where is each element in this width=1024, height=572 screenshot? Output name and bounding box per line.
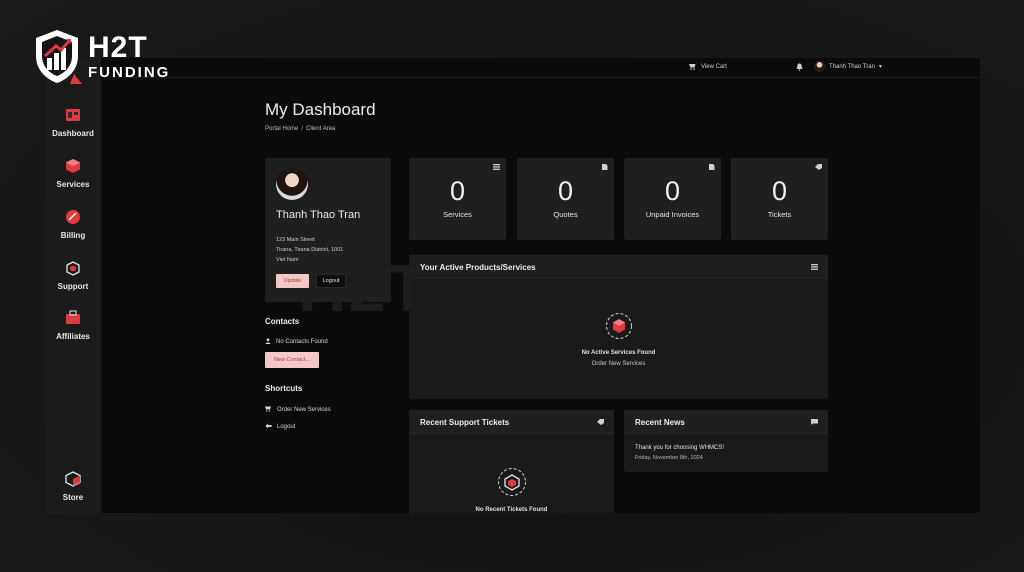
contacts-heading: Contacts (265, 317, 300, 326)
shortcuts-heading: Shortcuts (265, 384, 303, 393)
user-menu-dropdown[interactable]: Thanh Thao Tran ▾ (814, 61, 882, 72)
news-item-title[interactable]: Thank you for choosing WHMCS! (635, 445, 724, 451)
stat-card-tickets[interactable]: 0 Tickets (731, 158, 828, 240)
ticket-icon (815, 164, 822, 170)
cart-icon (265, 406, 272, 414)
stat-value: 0 (664, 176, 681, 206)
address-line-2: Tirana, Tirana District, 1001 (276, 247, 344, 253)
support-icon (66, 261, 80, 276)
list-icon (811, 264, 818, 270)
sidebar-item-label: Store (62, 493, 84, 502)
stat-label: Tickets (767, 210, 792, 219)
chevron-down-icon: ▾ (878, 64, 882, 70)
breadcrumb-separator: / (301, 126, 304, 132)
sidebar-item-label: Support (57, 282, 89, 291)
shortcut-logout[interactable]: Logout (265, 423, 295, 431)
panel-header: Your Active Products/Services (409, 255, 828, 279)
avatar (814, 61, 825, 72)
shortcut-order-new-services[interactable]: Order New Services (265, 406, 331, 414)
affiliates-icon (66, 310, 80, 324)
services-list-icon (493, 164, 500, 170)
sidebar-item-billing[interactable]: Billing (45, 208, 101, 240)
stat-value: 0 (557, 176, 574, 206)
breadcrumb-portal-home[interactable]: Portal Home (265, 126, 298, 132)
profile-address: 123 Main Street Tirana, Tirana District,… (276, 235, 343, 265)
arrow-left-icon (265, 423, 272, 431)
empty-services-cube-icon (606, 313, 632, 339)
top-navbar: View Cart Thanh Thao Tran ▾ (101, 58, 980, 78)
stat-label: Unpaid Invoices (645, 210, 700, 219)
news-item-date: Friday, November 8th, 2024 (635, 455, 703, 461)
no-contacts-text: No Contacts Found (265, 338, 328, 346)
sidebar-item-support[interactable]: Support (45, 259, 101, 291)
stat-card-quotes[interactable]: 0 Quotes (517, 158, 614, 240)
document-icon (602, 164, 608, 170)
sidebar-item-affiliates[interactable]: Affiliates (45, 309, 101, 341)
recent-news-panel: Recent News Thank you for choosing WHMCS… (624, 410, 828, 472)
billing-icon (66, 210, 80, 224)
new-contact-button[interactable]: New Contact... (265, 352, 319, 368)
shortcut-label: Logout (277, 424, 296, 430)
sidebar: Dashboard Services Billing Support Affil… (45, 58, 101, 513)
panel-title: Recent News (635, 418, 685, 427)
view-cart-label: View Cart (701, 63, 727, 70)
logout-button[interactable]: Logout (316, 274, 346, 288)
no-contacts-label: No Contacts Found (276, 339, 328, 345)
invoice-icon (709, 164, 715, 170)
cart-icon (689, 64, 696, 70)
stat-card-unpaid-invoices[interactable]: 0 Unpaid Invoices (624, 158, 721, 240)
update-button[interactable]: Update (276, 274, 309, 288)
stat-card-services[interactable]: 0 Services (409, 158, 506, 240)
shield-logo-icon (32, 28, 82, 84)
recent-tickets-panel: Recent Support Tickets No Recent Tickets… (409, 410, 614, 513)
user-icon (265, 338, 271, 346)
sidebar-item-dashboard[interactable]: Dashboard (45, 106, 101, 138)
sidebar-item-label: Billing (60, 231, 86, 240)
profile-name: Thanh Thao Tran (276, 209, 361, 221)
stat-label: Services (443, 210, 472, 219)
store-icon (65, 471, 81, 487)
panel-header: Recent News (624, 410, 828, 434)
sidebar-item-label: Dashboard (52, 129, 94, 138)
view-cart-link[interactable]: View Cart (689, 63, 727, 70)
sidebar-item-label: Services (56, 180, 90, 189)
support-box-icon (498, 468, 526, 496)
breadcrumb-client-area: Client Area (306, 126, 336, 132)
address-line-3: Viet Nam (276, 257, 299, 263)
user-menu-name: Thanh Thao Tran (829, 63, 875, 70)
brand-name: H2T (88, 30, 148, 64)
sidebar-item-services[interactable]: Services (45, 157, 101, 189)
sidebar-item-store[interactable]: Store (45, 470, 101, 502)
services-cube-icon (66, 159, 80, 173)
panel-header: Recent Support Tickets (409, 410, 614, 434)
no-recent-tickets-text: No Recent Tickets Found (475, 507, 548, 513)
panel-title: Recent Support Tickets (420, 418, 510, 427)
order-new-services-link[interactable]: Order New Services (409, 361, 828, 367)
avatar (276, 168, 308, 200)
sidebar-item-label: Affiliates (56, 332, 90, 341)
stat-value: 0 (449, 176, 466, 206)
brand-logo: H2T FUNDING (32, 28, 170, 84)
notifications-bell-icon[interactable] (796, 63, 803, 73)
shortcut-label: Order New Services (277, 407, 331, 413)
comment-icon (811, 419, 818, 425)
brand-subtitle: FUNDING (88, 63, 171, 81)
client-area-window: Dashboard Services Billing Support Affil… (45, 58, 980, 513)
dashboard-icon (66, 109, 80, 121)
stat-label: Quotes (553, 210, 578, 219)
active-products-panel: Your Active Products/Services No Active … (409, 255, 828, 399)
breadcrumb: Portal Home / Client Area (265, 126, 335, 132)
page-title: My Dashboard (265, 100, 376, 119)
no-active-services-text: No Active Services Found (581, 350, 656, 356)
address-line-1: 123 Main Street (276, 237, 315, 243)
ticket-icon (597, 419, 604, 425)
profile-card: Thanh Thao Tran 123 Main Street Tirana, … (265, 158, 391, 302)
panel-title: Your Active Products/Services (420, 263, 536, 272)
stat-value: 0 (771, 176, 788, 206)
